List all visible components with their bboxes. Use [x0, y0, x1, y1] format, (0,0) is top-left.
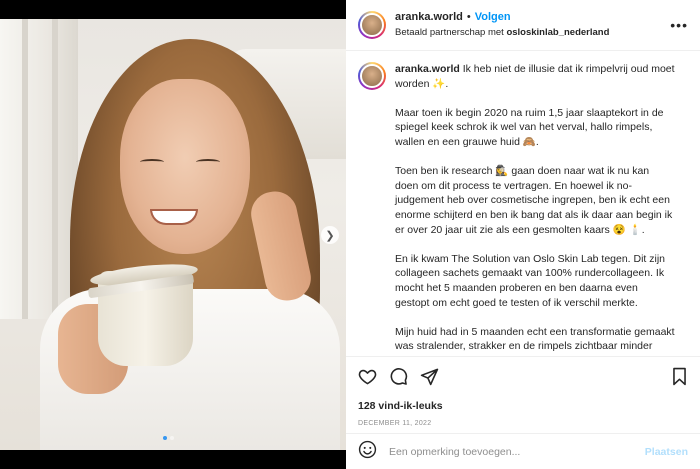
eye	[140, 159, 164, 165]
post-media: ❯	[0, 0, 346, 469]
post-comment-button[interactable]: Plaatsen	[645, 446, 688, 458]
smiley-icon[interactable]	[358, 440, 377, 464]
post-image[interactable]	[0, 19, 346, 450]
header-meta: aranka.world • Volgen Betaald partnerschap…	[395, 10, 609, 40]
background-window	[0, 19, 78, 319]
separator: •	[466, 11, 471, 23]
heart-icon[interactable]	[358, 367, 377, 386]
comment-icon[interactable]	[389, 367, 408, 386]
partner-link[interactable]: osloskinlab_nederland	[506, 27, 609, 38]
likes-count[interactable]: 128 vind-ik-leuks	[358, 400, 688, 412]
post-panel: aranka.world • Volgen Betaald partnerschap…	[346, 0, 700, 469]
post-header: aranka.world • Volgen Betaald partnerschap…	[346, 0, 700, 51]
post-date[interactable]: DECEMBER 11, 2022	[358, 420, 688, 427]
carousel-dot-active	[163, 436, 167, 440]
caption-text: aranka.world Ik heb niet de illusie dat …	[395, 62, 675, 356]
window-bar	[22, 19, 28, 319]
username-link[interactable]: aranka.world	[395, 11, 463, 23]
action-bar: 128 vind-ik-leuks DECEMBER 11, 2022	[346, 356, 700, 427]
window-bar	[52, 19, 58, 319]
action-icons	[358, 365, 688, 387]
caption-paragraph: Toen ben ik research 🕵️‍♀️ gaan doen naa…	[395, 165, 673, 236]
comment-input[interactable]	[389, 445, 645, 458]
caption-avatar[interactable]	[358, 62, 386, 90]
follow-button[interactable]: Volgen	[475, 11, 511, 23]
chevron-right-icon: ❯	[325, 229, 335, 242]
carousel-dot	[170, 436, 174, 440]
comment-bar: Plaatsen	[346, 433, 700, 469]
carousel-next-button[interactable]: ❯	[321, 226, 339, 244]
caption-scroll-area[interactable]: aranka.world Ik heb niet de illusie dat …	[346, 52, 700, 356]
eye	[196, 159, 220, 165]
avatar[interactable]	[358, 11, 386, 39]
caption-paragraph: Maar toen ik begin 2020 na ruim 1,5 jaar…	[395, 106, 664, 148]
caption-row: aranka.world Ik heb niet de illusie dat …	[358, 62, 684, 356]
caption-username[interactable]: aranka.world	[395, 63, 460, 75]
more-options-icon[interactable]: •••	[670, 17, 688, 33]
caption-paragraph: Mijn huid had in 5 maanden echt een tran…	[395, 325, 675, 356]
bookmark-icon[interactable]	[671, 367, 688, 386]
caption-paragraph: En ik kwam The Solution van Oslo Skin La…	[395, 252, 666, 309]
partnership-label: Betaald partnerschap met	[395, 27, 504, 38]
carousel-dots	[163, 436, 174, 440]
share-icon[interactable]	[420, 367, 439, 386]
face	[120, 79, 250, 254]
